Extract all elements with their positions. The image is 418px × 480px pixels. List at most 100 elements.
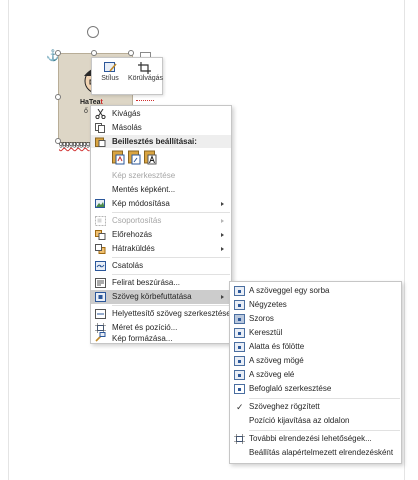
scissors-icon — [95, 109, 106, 119]
menu-item-wrap-text[interactable]: Szöveg körbefuttatása — [91, 290, 231, 304]
wrap-top-bottom-item[interactable]: Alatta és fölötte — [230, 340, 401, 354]
style-label: Stílus — [101, 75, 119, 82]
wrap-tight-item[interactable]: Szoros — [230, 312, 401, 326]
paste-keep-format-icon[interactable] — [112, 150, 125, 165]
menu-item-send-backward-label: Hátraküldés — [112, 244, 155, 253]
menu-item-link[interactable]: Csatolás — [91, 259, 231, 273]
picture-subtitle-text: ő — [84, 108, 88, 115]
wrap-behind-label: A szöveg mögé — [249, 356, 304, 365]
wrap-top-bottom-icon — [234, 342, 245, 352]
more-layout-options-label: További elrendezési lehetőségek... — [249, 434, 372, 443]
page-right-edge — [404, 0, 405, 480]
mini-toolbar: Stílus Körülvágás — [91, 57, 163, 95]
wrap-in-front-item[interactable]: A szöveg elé — [230, 368, 401, 382]
submenu-arrow-icon — [221, 295, 224, 299]
change-picture-icon — [95, 199, 105, 208]
set-default-layout-label: Beállítás alapértelmezett elrendezésként — [249, 448, 394, 457]
wrap-top-bottom-label: Alatta és fölötte — [249, 342, 305, 351]
menu-item-change-picture-label: Kép módosítása — [112, 199, 170, 208]
menu-item-format-picture-label: Kép formázása... — [112, 334, 173, 343]
menu-item-edit-alt-text[interactable]: Helyettesítő szöveg szerkesztése... — [91, 307, 237, 321]
insert-caption-icon — [95, 278, 106, 288]
document-page: ⚓ HaTeat ő ggggggggg Stílus Körülvágás K… — [0, 0, 418, 480]
wrap-in-line-item[interactable]: A szöveggel egy sorba — [230, 284, 401, 298]
style-icon — [103, 62, 117, 72]
paste-options-row — [91, 147, 231, 169]
move-with-text-label: Szöveghez rögzített — [249, 402, 320, 411]
menu-item-insert-caption[interactable]: Felirat beszúrása... — [91, 276, 231, 290]
edit-wrap-points-icon — [234, 384, 245, 394]
more-layout-options-item[interactable]: További elrendezési lehetőségek... — [230, 432, 401, 446]
submenu-arrow-icon — [221, 202, 224, 206]
menu-separator — [112, 274, 230, 275]
menu-item-edit-picture-label: Kép szerkesztése — [112, 171, 176, 180]
menu-item-link-label: Csatolás — [112, 261, 144, 270]
menu-item-save-as-picture[interactable]: Mentés képként... — [91, 183, 231, 197]
wrap-text-submenu: A szöveggel egy sorba Négyzetes Szoros K… — [229, 281, 402, 464]
wrap-in-front-icon — [234, 370, 245, 380]
menu-item-insert-caption-label: Felirat beszúrása... — [112, 278, 181, 287]
bring-forward-icon — [95, 230, 106, 240]
menu-item-copy[interactable]: Másolás — [91, 121, 231, 135]
submenu-arrow-icon — [221, 219, 224, 223]
paste-text-only-icon[interactable] — [144, 150, 157, 165]
resize-handle-bottom-left[interactable] — [55, 138, 61, 144]
wrap-through-item[interactable]: Keresztül — [230, 326, 401, 340]
style-button[interactable]: Stílus — [94, 60, 126, 92]
menu-item-edit-picture[interactable]: Kép szerkesztése — [91, 169, 231, 183]
resize-handle-left[interactable] — [55, 94, 61, 100]
paste-icon — [95, 137, 106, 147]
paste-merge-icon[interactable] — [128, 150, 141, 165]
menu-separator — [112, 257, 230, 258]
send-backward-icon — [95, 244, 106, 254]
menu-item-cut[interactable]: Kivágás — [91, 107, 231, 121]
wrap-text-icon — [95, 292, 106, 302]
fix-position-item[interactable]: Pozíció kijavítása az oldalon — [230, 414, 401, 428]
wrap-square-item[interactable]: Négyzetes — [230, 298, 401, 312]
menu-item-format-picture[interactable]: Kép formázása... — [91, 332, 231, 343]
edit-wrap-points-item[interactable]: Befoglaló szerkesztése — [230, 382, 401, 396]
menu-item-group-label: Csoportosítás — [112, 216, 162, 225]
menu-item-bring-forward-label: Előrehozás — [112, 230, 153, 239]
menu-item-change-picture[interactable]: Kép módosítása — [91, 197, 231, 211]
wrap-in-line-label: A szöveggel egy sorba — [249, 286, 330, 295]
crop-icon — [137, 62, 151, 74]
set-default-layout-item[interactable]: Beállítás alapértelmezett elrendezésként — [230, 446, 401, 460]
group-icon — [95, 216, 106, 226]
resize-handle-top-left[interactable] — [55, 50, 61, 56]
layout-options-icon — [234, 434, 245, 444]
copy-icon — [95, 123, 105, 133]
wrap-tight-label: Szoros — [249, 314, 274, 323]
menu-item-copy-label: Másolás — [112, 123, 142, 132]
menu-separator — [112, 212, 230, 213]
wrap-behind-item[interactable]: A szöveg mögé — [230, 354, 401, 368]
wrap-square-label: Négyzetes — [249, 300, 287, 309]
wrap-in-line-icon — [234, 286, 245, 296]
wrap-in-front-label: A szöveg elé — [249, 370, 295, 379]
wrap-through-label: Keresztül — [249, 328, 283, 337]
menu-item-cut-label: Kivágás — [112, 109, 141, 118]
spelling-squiggle — [136, 100, 154, 101]
wrap-behind-text-icon — [234, 356, 245, 366]
menu-item-group[interactable]: Csoportosítás — [91, 214, 231, 228]
menu-item-send-backward[interactable]: Hátraküldés — [91, 242, 231, 256]
menu-item-bring-forward[interactable]: Előrehozás — [91, 228, 231, 242]
rotate-handle[interactable] — [87, 26, 99, 38]
submenu-separator — [249, 398, 400, 399]
format-picture-icon — [95, 332, 106, 342]
picture-caption-text: ggggggggg — [59, 141, 90, 148]
submenu-arrow-icon — [221, 247, 224, 251]
move-with-text-item[interactable]: ✓ Szöveghez rögzített — [230, 400, 401, 414]
checkmark-icon: ✓ — [236, 402, 244, 412]
wrap-tight-icon — [234, 314, 245, 324]
resize-handle-top[interactable] — [91, 50, 97, 56]
submenu-separator — [249, 430, 400, 431]
crop-button[interactable]: Körülvágás — [128, 60, 163, 92]
menu-item-wrap-text-label: Szöveg körbefuttatása — [112, 292, 192, 301]
resize-handle-top-right[interactable] — [128, 50, 134, 56]
fix-position-label: Pozíció kijavítása az oldalon — [249, 416, 350, 425]
wrap-square-icon — [234, 300, 245, 310]
menu-separator — [112, 305, 230, 306]
link-icon — [95, 261, 106, 271]
page-left-edge — [8, 0, 9, 480]
